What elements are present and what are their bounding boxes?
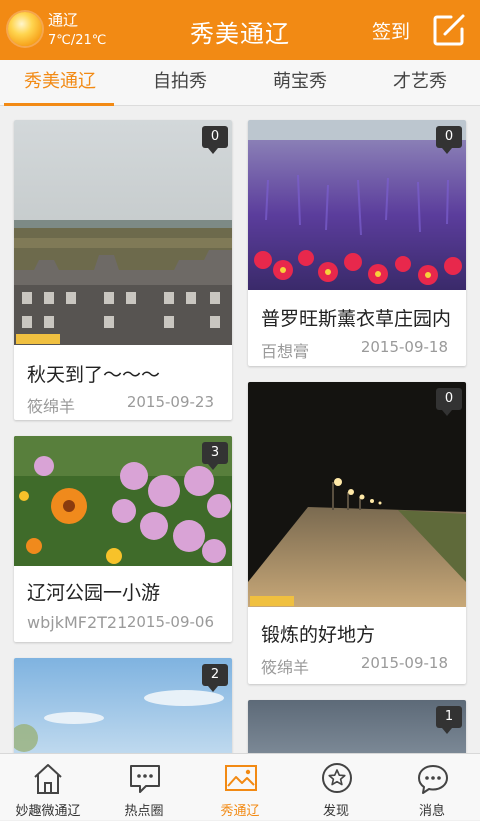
star-circle-icon — [322, 763, 352, 793]
image-icon — [225, 765, 257, 791]
post-date: 2015-09-18 — [360, 338, 448, 356]
comment-count-badge: 0 — [436, 388, 462, 416]
nav-item-show[interactable]: 秀通辽 — [192, 754, 288, 821]
tab-selfie[interactable]: 自拍秀 — [120, 60, 240, 106]
post-photo — [248, 382, 466, 607]
tab-talent[interactable]: 才艺秀 — [360, 60, 480, 106]
post-author: wbjkMF2T21 — [27, 613, 128, 632]
edit-icon[interactable] — [432, 13, 466, 47]
post-photo — [14, 120, 232, 345]
nav-label: 消息 — [418, 804, 445, 819]
post-title: 辽河公园一小游 — [27, 582, 161, 604]
comment-count-badge: 1 — [436, 706, 462, 734]
post-author: 筱绵羊 — [261, 658, 310, 677]
post-date: 2015-09-23 — [126, 393, 214, 411]
nav-item-home[interactable]: 妙趣微通辽 — [0, 754, 96, 821]
post-card[interactable]: 0 普罗旺斯薰衣草庄园内 百想膏 2015-09-18 — [248, 120, 466, 366]
nav-label: 妙趣微通辽 — [15, 804, 81, 819]
home-icon — [34, 764, 62, 794]
nav-label: 秀通辽 — [220, 804, 260, 819]
comment-count-badge: 0 — [202, 126, 228, 154]
post-photo — [14, 436, 232, 566]
post-photo — [248, 120, 466, 290]
post-card[interactable]: 3 辽河公园一小游 wbjkMF2T21 2015-09-06 — [14, 436, 232, 642]
post-author: 百想膏 — [261, 342, 310, 361]
nav-item-messages[interactable]: 消息 — [384, 754, 480, 821]
post-date: 2015-09-06 — [126, 613, 214, 631]
post-title: 锻炼的好地方 — [261, 624, 376, 646]
app-header: 通辽 7℃/21℃ 秀美通辽 签到 — [0, 0, 480, 60]
nav-item-discover[interactable]: 发现 — [288, 754, 384, 821]
nav-label: 发现 — [322, 804, 349, 819]
comment-count-badge: 3 — [202, 442, 228, 470]
post-title: 普罗旺斯薰衣草庄园内 — [261, 308, 452, 330]
nav-label: 热点圈 — [124, 804, 164, 819]
post-author: 筱绵羊 — [27, 397, 76, 416]
nav-item-hot[interactable]: 热点圈 — [96, 754, 192, 821]
post-card[interactable]: 0 秋天到了～～～ 筱绵羊 2015-09-23 — [14, 120, 232, 420]
tab-xiumei-tongliao[interactable]: 秀美通辽 — [0, 60, 120, 106]
comment-count-badge: 0 — [436, 126, 462, 154]
post-card[interactable]: 0 锻炼的好地方 筱绵羊 2015-09-18 — [248, 382, 466, 684]
category-tabs: 秀美通辽 自拍秀 萌宝秀 才艺秀 — [0, 60, 480, 106]
post-date: 2015-09-18 — [360, 654, 448, 672]
checkin-button[interactable]: 签到 — [372, 17, 410, 44]
bottom-navigation: 妙趣微通辽 热点圈 秀通辽 发现 消息 — [0, 753, 480, 820]
chat-bubble-icon — [130, 765, 160, 793]
tab-baby[interactable]: 萌宝秀 — [240, 60, 360, 106]
message-icon — [418, 765, 448, 794]
post-title: 秋天到了～～～ — [27, 364, 161, 386]
comment-count-badge: 2 — [202, 664, 228, 692]
